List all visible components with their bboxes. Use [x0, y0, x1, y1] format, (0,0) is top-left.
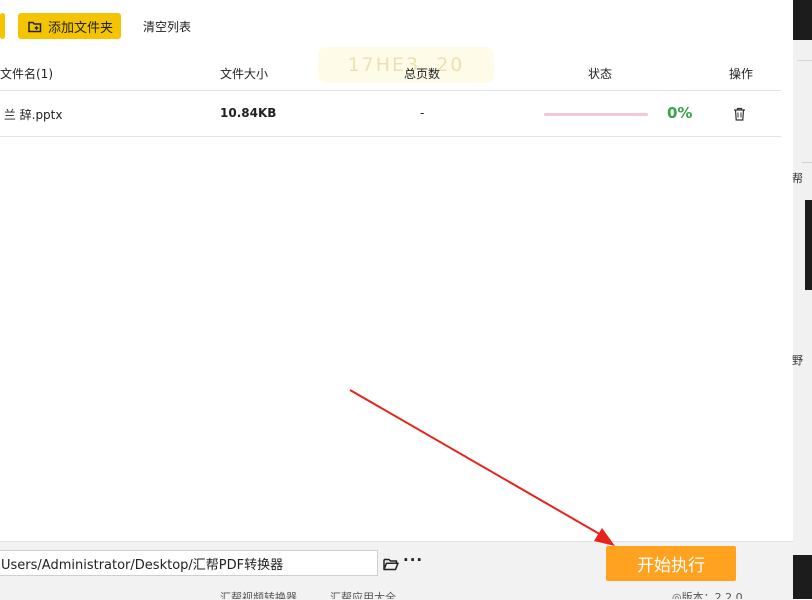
- column-header-status: 状态: [588, 67, 613, 81]
- footer-version: ◎版本：2.2.0: [672, 591, 743, 599]
- background-divider: [797, 60, 812, 61]
- row-file-size: 10.84KB: [220, 106, 277, 120]
- column-header-name: 文件名(1): [0, 67, 53, 81]
- column-header-pages: 总页数: [404, 67, 441, 81]
- table-row[interactable]: [0, 91, 781, 136]
- add-folder-label: 添加文件夹: [48, 20, 114, 36]
- delete-row-button[interactable]: [733, 106, 746, 125]
- background-label: 帮: [792, 172, 803, 185]
- background-divider: [802, 162, 812, 163]
- column-header-action: 操作: [729, 67, 754, 81]
- row-file-name: 兰 辞.pptx: [0, 108, 63, 122]
- progress-percent: 0%: [667, 104, 693, 122]
- trash-icon: [734, 107, 745, 121]
- column-header-size: 文件大小: [220, 67, 269, 81]
- add-file-button-partial[interactable]: [0, 13, 5, 39]
- row-divider: [0, 136, 781, 137]
- clear-list-button[interactable]: 清空列表: [143, 18, 191, 35]
- more-options-button[interactable]: ···: [403, 551, 423, 569]
- footer-link-apps[interactable]: 汇帮应用大全: [330, 591, 396, 599]
- footer: 汇帮视频转换器 汇帮应用大全 ◎版本：2.2.0: [0, 591, 793, 599]
- background-window-dark-top: [793, 0, 812, 40]
- folder-open-icon: [383, 558, 399, 571]
- background-window-dark-bottom: [793, 555, 812, 599]
- start-button[interactable]: 开始执行: [606, 546, 736, 581]
- background-window-strip: [793, 40, 812, 599]
- folder-plus-icon: [28, 21, 42, 32]
- background-label: 野: [792, 354, 803, 367]
- progress-bar: [544, 113, 648, 116]
- browse-folder-button[interactable]: [383, 556, 399, 575]
- output-path-input[interactable]: [0, 550, 378, 576]
- footer-link-video[interactable]: 汇帮视频转换器: [220, 591, 297, 599]
- background-window-dark-mid: [805, 200, 812, 290]
- row-page-count: -: [420, 106, 425, 120]
- add-folder-button[interactable]: 添加文件夹: [18, 13, 121, 39]
